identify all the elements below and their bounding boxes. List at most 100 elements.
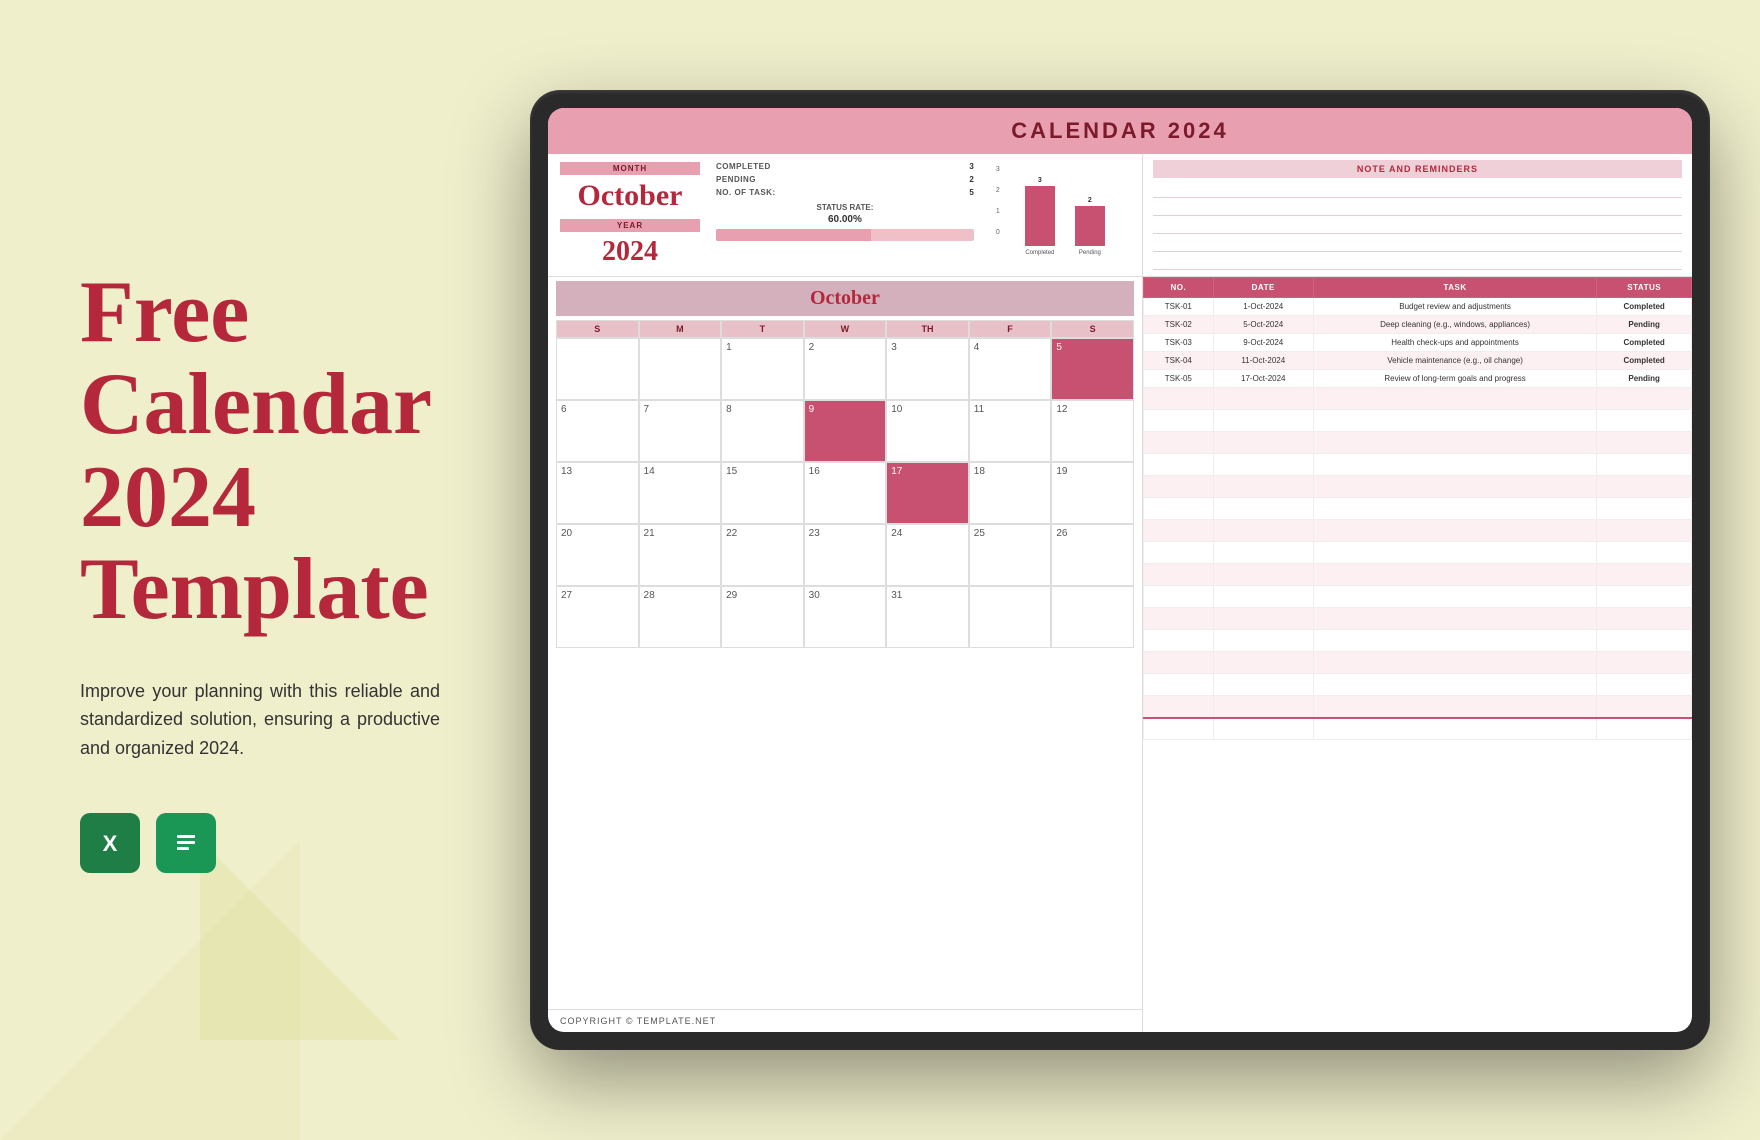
bar-chart-section: 3 2 1 0 3 Completed: [990, 162, 1130, 260]
tablet-screen: CALENDAR 2024 MONTH October YEAR 2024: [548, 108, 1692, 1032]
task-date: 9-Oct-2024: [1213, 334, 1313, 352]
day-header-w: W: [804, 320, 887, 338]
col-task: TASK: [1313, 278, 1597, 298]
calendar-left-column: MONTH October YEAR 2024 COMPLETED 3: [548, 154, 1143, 1032]
cal-cell: 21: [639, 524, 722, 586]
cal-cell: 28: [639, 586, 722, 648]
day-header-s1: S: [556, 320, 639, 338]
tablet-frame: CALENDAR 2024 MONTH October YEAR 2024: [530, 90, 1710, 1050]
note-line: [1153, 220, 1682, 234]
year-value: 2024: [560, 236, 700, 268]
cal-cell: 12: [1051, 400, 1134, 462]
description-text: Improve your planning with this reliable…: [80, 677, 440, 763]
cal-grid-header: S M T W TH F S: [556, 320, 1134, 338]
task-no: TSK-03: [1143, 334, 1213, 352]
cal-cell: [639, 338, 722, 400]
pending-label: PENDING: [716, 175, 756, 184]
notes-title: NOTE AND REMINDERS: [1157, 164, 1678, 174]
cal-cell-highlighted: 9: [804, 400, 887, 462]
month-label: MONTH: [560, 162, 700, 175]
monthly-cal-title: October: [562, 287, 1128, 310]
cal-cell: 22: [721, 524, 804, 586]
cal-cell: 20: [556, 524, 639, 586]
pending-bar-name: Pending: [1079, 250, 1101, 256]
app-icons-row: X: [80, 813, 460, 873]
task-no: TSK-01: [1143, 298, 1213, 316]
task-row-empty: [1143, 454, 1691, 476]
task-date: 17-Oct-2024: [1213, 370, 1313, 388]
pending-bar-label: 2: [1088, 197, 1092, 204]
calendar-right-column: NOTE AND REMINDERS: [1143, 154, 1692, 1032]
year-label: YEAR: [560, 219, 700, 232]
monthly-cal-header: October: [556, 281, 1134, 316]
task-desc: Health check-ups and appointments: [1313, 334, 1597, 352]
cal-cell: 31: [886, 586, 969, 648]
task-row-empty: [1143, 388, 1691, 410]
task-desc: Deep cleaning (e.g., windows, appliances…: [1313, 316, 1597, 334]
cal-cell: 11: [969, 400, 1052, 462]
monthly-calendar: October S M T W TH F S: [548, 277, 1142, 1009]
day-header-f: F: [969, 320, 1052, 338]
task-row: TSK-03 9-Oct-2024 Health check-ups and a…: [1143, 334, 1691, 352]
task-status: Pending: [1597, 370, 1692, 388]
cal-cell: 1: [721, 338, 804, 400]
pending-bar: [1075, 206, 1105, 246]
calendar-footer: COPYRIGHT © TEMPLATE.NET: [548, 1009, 1142, 1032]
cal-cell: 19: [1051, 462, 1134, 524]
task-row-empty: [1143, 410, 1691, 432]
completed-bar-name: Completed: [1025, 250, 1054, 256]
cal-cell: 27: [556, 586, 639, 648]
note-line: [1153, 256, 1682, 270]
task-row: TSK-05 17-Oct-2024 Review of long-term g…: [1143, 370, 1691, 388]
cal-cell: 26: [1051, 524, 1134, 586]
note-lines: [1153, 184, 1682, 270]
task-row: TSK-01 1-Oct-2024 Budget review and adju…: [1143, 298, 1691, 316]
notes-section: NOTE AND REMINDERS: [1143, 154, 1692, 277]
cal-cell: 23: [804, 524, 887, 586]
day-header-t1: T: [721, 320, 804, 338]
cal-cell: 24: [886, 524, 969, 586]
col-date: DATE: [1213, 278, 1313, 298]
left-panel: Free Calendar 2024 Template Improve your…: [60, 0, 480, 1140]
col-no: NO.: [1143, 278, 1213, 298]
notes-header: NOTE AND REMINDERS: [1153, 160, 1682, 178]
task-no: TSK-04: [1143, 352, 1213, 370]
completed-label: COMPLETED: [716, 162, 771, 171]
pending-stat: PENDING 2: [716, 175, 974, 184]
calendar-body: MONTH October YEAR 2024 COMPLETED 3: [548, 154, 1692, 1032]
progress-bar-fill: [716, 229, 871, 241]
day-header-th: TH: [886, 320, 969, 338]
task-row-empty: [1143, 630, 1691, 652]
task-no: TSK-05: [1143, 370, 1213, 388]
calendar-title: CALENDAR 2024: [558, 118, 1682, 144]
pending-value: 2: [969, 175, 973, 184]
cal-cell: 10: [886, 400, 969, 462]
col-status: STATUS: [1597, 278, 1692, 298]
sheets-icon: [156, 813, 216, 873]
note-line: [1153, 184, 1682, 198]
cal-cell: 25: [969, 524, 1052, 586]
cal-cell: 3: [886, 338, 969, 400]
task-date: 1-Oct-2024: [1213, 298, 1313, 316]
cal-cell: 2: [804, 338, 887, 400]
task-row-empty: [1143, 652, 1691, 674]
cal-cell: [969, 586, 1052, 648]
tasks-header-row: NO. DATE TASK STATUS: [1143, 278, 1691, 298]
progress-bar-container: [716, 229, 974, 241]
completed-bar-group: 3 Completed: [1025, 177, 1055, 256]
task-row-empty: [1143, 542, 1691, 564]
stats-numbers: COMPLETED 3 PENDING 2 NO. OF TASK: 5: [708, 162, 982, 241]
y-axis: 3 2 1 0: [996, 166, 1000, 236]
task-desc: Vehicle maintenance (e.g., oil change): [1313, 352, 1597, 370]
cal-cell-highlighted: 17: [886, 462, 969, 524]
task-date: 5-Oct-2024: [1213, 316, 1313, 334]
cal-cell: 14: [639, 462, 722, 524]
task-row-empty: [1143, 564, 1691, 586]
task-status: Completed: [1597, 352, 1692, 370]
cal-cell: 8: [721, 400, 804, 462]
day-header-m: M: [639, 320, 722, 338]
cal-cell-highlighted: 5: [1051, 338, 1134, 400]
task-row-empty: [1143, 476, 1691, 498]
tasks-stat: NO. OF TASK: 5: [716, 188, 974, 197]
cal-cell: [556, 338, 639, 400]
